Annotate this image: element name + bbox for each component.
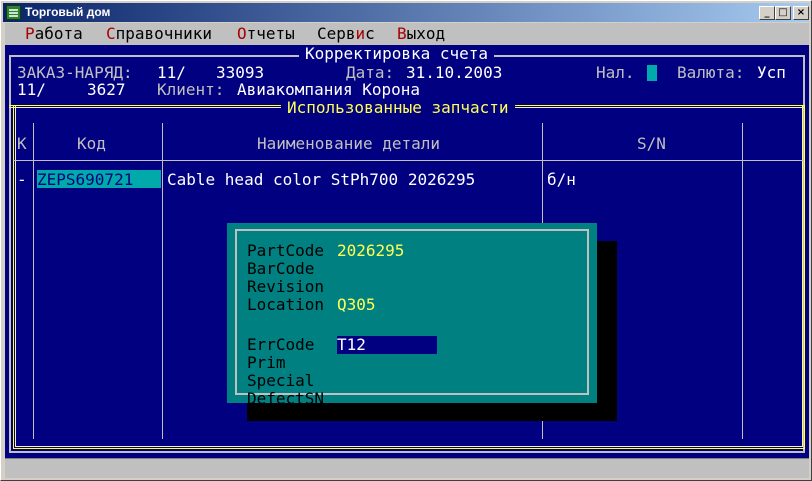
date-value: 31.10.2003 [406,63,503,82]
location-field[interactable]: Q305 [337,296,376,314]
column-header-sn[interactable]: S/N [637,135,666,153]
column-divider [33,123,34,439]
client-value: Авиакомпания Корона [237,80,421,99]
column-divider [742,123,743,439]
client-label: Клиент: [157,80,225,99]
defectsn-label: DefectSN [247,389,325,408]
column-divider [162,123,163,439]
column-header-name[interactable]: Наименование детали [257,135,440,153]
currency-label: Валюта: [677,63,745,82]
console-screen: Работа Справочники Отчеты Сервис Выход К… [5,23,809,458]
menu-work[interactable]: Работа [25,25,83,43]
nal-label: Нал. [596,63,635,82]
status-bar [5,458,809,478]
revision-label: Revision [247,277,325,296]
row-k: - [17,170,27,189]
errcode-field[interactable]: T12 [337,336,366,354]
partcode-label: PartCode [247,241,325,260]
window-title: Торговый дом [25,5,111,19]
row-name: Cable head color StPh700 2026295 [167,170,476,189]
errcode-label: ErrCode [247,335,315,354]
app-icon [6,5,21,20]
close-button[interactable]: × [793,6,809,20]
part-details-dialog: PartCode 2026295 BarCode Revision Locati… [227,223,597,408]
line2-prefix: 11/ [17,80,46,99]
currency-value: Усп [757,63,786,82]
menu-bar: Работа Справочники Отчеты Сервис Выход [5,23,809,45]
invoice-frame-title: Корректировка счета [299,45,495,63]
header-row-divider [13,160,803,161]
barcode-label: BarCode [247,259,315,278]
menu-service[interactable]: Сервис [317,25,375,43]
menu-reports[interactable]: Отчеты [237,25,295,43]
menu-exit[interactable]: Выход [397,25,445,43]
special-label: Special [247,371,315,390]
parts-panel-title: Использованные запчасти [281,99,515,117]
minimize-button[interactable]: _ [759,6,775,20]
nal-checkbox[interactable] [647,65,657,81]
prim-label: Prim [247,353,286,372]
location-label: Location [247,295,325,314]
title-bar[interactable]: Торговый дом _ □ × [3,3,809,22]
column-header-code[interactable]: Код [77,135,106,153]
row-code[interactable]: ZEPS690721 [37,171,133,189]
row-sn: б/н [547,170,576,189]
column-header-k[interactable]: К [17,135,27,153]
menu-references[interactable]: Справочники [106,25,212,43]
line2-number: 3627 [87,80,126,99]
maximize-button[interactable]: □ [775,6,791,20]
app-window: Торговый дом _ □ × Работа Справочники От… [0,0,812,481]
partcode-field[interactable]: 2026295 [337,242,404,260]
